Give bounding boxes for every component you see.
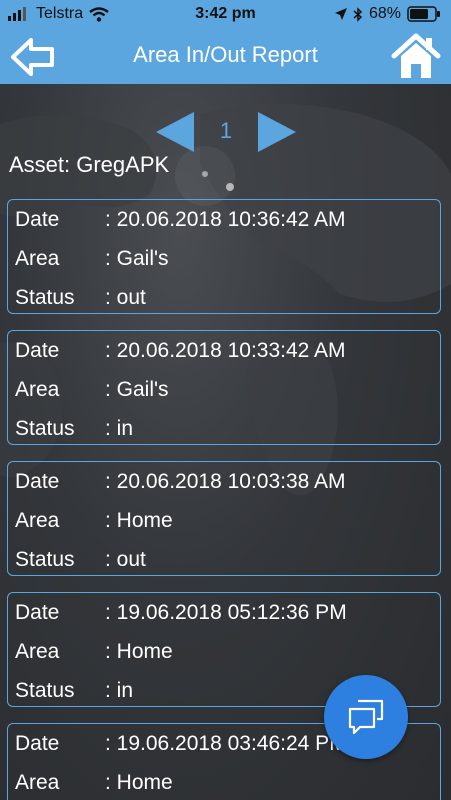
date-value: : 20.06.2018 10:36:42 AM [105, 208, 346, 231]
page-number: 1 [219, 118, 233, 143]
area-label: Area [15, 378, 60, 401]
status-label: Status [15, 548, 75, 571]
status-right: 68% [334, 5, 441, 23]
status-value: : in [105, 679, 134, 702]
status-value: : out [105, 286, 146, 309]
area-value: : Gail's [105, 247, 169, 270]
date-value: : 20.06.2018 10:03:38 AM [105, 470, 346, 493]
home-icon [391, 33, 441, 78]
battery-icon [407, 6, 440, 22]
area-value: : Home [105, 509, 173, 532]
bluetooth-icon [353, 6, 363, 22]
battery-percent: 68% [368, 5, 401, 22]
status-value: : out [105, 548, 146, 571]
area-label: Area [15, 640, 60, 663]
report-record[interactable]: Date : 20.06.2018 10:36:42 AM Area : Gai… [7, 199, 441, 314]
location-arrow-icon [334, 8, 347, 20]
status-value: : in [105, 417, 134, 440]
status-label: Status [15, 679, 75, 702]
report-content[interactable]: 1 Asset: GregAPK Date : 20.06.2018 10:36… [0, 84, 451, 800]
chat-bubbles-icon [348, 699, 384, 735]
report-record[interactable]: Date : 20.06.2018 10:33:42 AM Area : Gai… [7, 330, 441, 445]
date-label: Date [15, 208, 60, 231]
date-label: Date [15, 601, 60, 624]
status-bar: Telstra 3:42 pm 68% [0, 0, 451, 30]
area-label: Area [15, 771, 60, 794]
home-button[interactable] [391, 32, 441, 80]
next-page-button[interactable] [256, 110, 298, 154]
date-value: : 20.06.2018 10:33:42 AM [105, 339, 346, 362]
status-label: Status [15, 417, 75, 440]
date-label: Date [15, 339, 60, 362]
triangle-left-icon [156, 112, 194, 152]
nav-bar: Area In/Out Report [0, 30, 451, 84]
report-record[interactable]: Date : 20.06.2018 10:03:38 AM Area : Hom… [7, 461, 441, 576]
chat-fab-button[interactable] [324, 675, 408, 759]
pager: 1 [0, 96, 451, 152]
date-value: : 19.06.2018 03:46:24 PM [105, 732, 347, 755]
area-value: : Home [105, 771, 173, 794]
area-value: : Home [105, 640, 173, 663]
page-title: Area In/Out Report [133, 42, 318, 67]
asset-label: Asset: GregAPK [9, 152, 170, 177]
date-value: : 19.06.2018 05:12:36 PM [105, 601, 347, 624]
triangle-right-icon [258, 112, 296, 152]
date-label: Date [15, 470, 60, 493]
date-label: Date [15, 732, 60, 755]
status-label: Status [15, 286, 75, 309]
area-value: : Gail's [105, 378, 169, 401]
area-label: Area [15, 247, 60, 270]
area-label: Area [15, 509, 60, 532]
previous-page-button[interactable] [154, 110, 196, 154]
